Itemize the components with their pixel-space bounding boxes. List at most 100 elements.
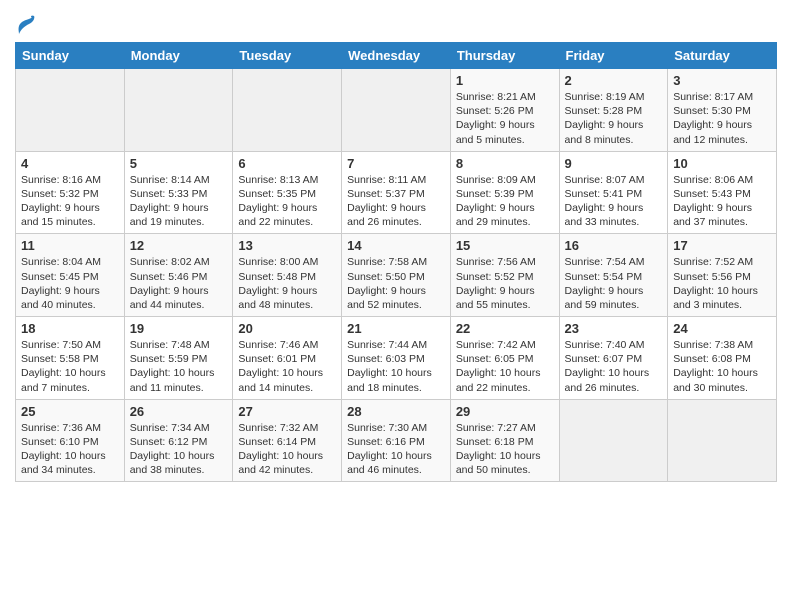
day-number: 25 — [21, 404, 119, 419]
day-info: Sunrise: 7:27 AM Sunset: 6:18 PM Dayligh… — [456, 421, 554, 478]
day-number: 18 — [21, 321, 119, 336]
day-number: 27 — [238, 404, 336, 419]
calendar-cell: 22 Sunrise: 7:42 AM Sunset: 6:05 PM Dayli… — [450, 317, 559, 400]
day-info: Sunrise: 7:58 AM Sunset: 5:50 PM Dayligh… — [347, 255, 445, 312]
day-number: 21 — [347, 321, 445, 336]
calendar-cell — [16, 69, 125, 152]
day-number: 29 — [456, 404, 554, 419]
day-info: Sunrise: 8:06 AM Sunset: 5:43 PM Dayligh… — [673, 173, 771, 230]
calendar-cell — [342, 69, 451, 152]
calendar-cell: 21 Sunrise: 7:44 AM Sunset: 6:03 PM Dayli… — [342, 317, 451, 400]
calendar-cell: 5 Sunrise: 8:14 AM Sunset: 5:33 PM Daylig… — [124, 151, 233, 234]
day-info: Sunrise: 7:50 AM Sunset: 5:58 PM Dayligh… — [21, 338, 119, 395]
day-number: 16 — [565, 238, 663, 253]
calendar-cell: 4 Sunrise: 8:16 AM Sunset: 5:32 PM Daylig… — [16, 151, 125, 234]
calendar-cell: 24Sunrise: 7:38 AM Sunset: 6:08 PM Dayli… — [668, 317, 777, 400]
day-info: Sunrise: 8:19 AM Sunset: 5:28 PM Dayligh… — [565, 90, 663, 147]
day-number: 5 — [130, 156, 228, 171]
week-row-3: 11Sunrise: 8:04 AM Sunset: 5:45 PM Dayli… — [16, 234, 777, 317]
day-number: 17 — [673, 238, 771, 253]
week-row-4: 18 Sunrise: 7:50 AM Sunset: 5:58 PM Dayli… — [16, 317, 777, 400]
day-info: Sunrise: 8:21 AM Sunset: 5:26 PM Dayligh… — [456, 90, 554, 147]
day-info: Sunrise: 7:32 AM Sunset: 6:14 PM Dayligh… — [238, 421, 336, 478]
calendar-cell: 14 Sunrise: 7:58 AM Sunset: 5:50 PM Dayli… — [342, 234, 451, 317]
weekday-header-thursday: Thursday — [450, 43, 559, 69]
calendar-table: SundayMondayTuesdayWednesdayThursdayFrid… — [15, 42, 777, 482]
day-number: 4 — [21, 156, 119, 171]
calendar-cell: 25 Sunrise: 7:36 AM Sunset: 6:10 PM Dayli… — [16, 399, 125, 482]
week-row-5: 25 Sunrise: 7:36 AM Sunset: 6:10 PM Dayli… — [16, 399, 777, 482]
day-info: Sunrise: 8:17 AM Sunset: 5:30 PM Dayligh… — [673, 90, 771, 147]
day-info: Sunrise: 8:02 AM Sunset: 5:46 PM Dayligh… — [130, 255, 228, 312]
calendar-cell: 28 Sunrise: 7:30 AM Sunset: 6:16 PM Dayli… — [342, 399, 451, 482]
weekday-header-monday: Monday — [124, 43, 233, 69]
day-info: Sunrise: 7:30 AM Sunset: 6:16 PM Dayligh… — [347, 421, 445, 478]
day-number: 14 — [347, 238, 445, 253]
calendar-cell: 23Sunrise: 7:40 AM Sunset: 6:07 PM Dayli… — [559, 317, 668, 400]
week-row-2: 4 Sunrise: 8:16 AM Sunset: 5:32 PM Daylig… — [16, 151, 777, 234]
day-number: 20 — [238, 321, 336, 336]
day-number: 10 — [673, 156, 771, 171]
day-number: 1 — [456, 73, 554, 88]
calendar-cell: 20 Sunrise: 7:46 AM Sunset: 6:01 PM Dayli… — [233, 317, 342, 400]
day-info: Sunrise: 8:11 AM Sunset: 5:37 PM Dayligh… — [347, 173, 445, 230]
day-number: 19 — [130, 321, 228, 336]
calendar-cell: 8 Sunrise: 8:09 AM Sunset: 5:39 PM Daylig… — [450, 151, 559, 234]
week-row-1: 1 Sunrise: 8:21 AM Sunset: 5:26 PM Daylig… — [16, 69, 777, 152]
calendar-cell — [668, 399, 777, 482]
day-info: Sunrise: 7:56 AM Sunset: 5:52 PM Dayligh… — [456, 255, 554, 312]
day-number: 13 — [238, 238, 336, 253]
calendar-cell: 6 Sunrise: 8:13 AM Sunset: 5:35 PM Daylig… — [233, 151, 342, 234]
day-info: Sunrise: 7:54 AM Sunset: 5:54 PM Dayligh… — [565, 255, 663, 312]
calendar-cell: 15Sunrise: 7:56 AM Sunset: 5:52 PM Dayli… — [450, 234, 559, 317]
header — [15, 10, 777, 36]
calendar-cell — [233, 69, 342, 152]
calendar-cell: 9 Sunrise: 8:07 AM Sunset: 5:41 PM Daylig… — [559, 151, 668, 234]
calendar-cell: 18 Sunrise: 7:50 AM Sunset: 5:58 PM Dayli… — [16, 317, 125, 400]
day-info: Sunrise: 8:00 AM Sunset: 5:48 PM Dayligh… — [238, 255, 336, 312]
day-number: 6 — [238, 156, 336, 171]
day-info: Sunrise: 8:16 AM Sunset: 5:32 PM Dayligh… — [21, 173, 119, 230]
weekday-header-friday: Friday — [559, 43, 668, 69]
day-number: 24 — [673, 321, 771, 336]
day-number: 22 — [456, 321, 554, 336]
calendar-cell: 19 Sunrise: 7:48 AM Sunset: 5:59 PM Dayli… — [124, 317, 233, 400]
calendar-cell: 10 Sunrise: 8:06 AM Sunset: 5:43 PM Dayli… — [668, 151, 777, 234]
day-info: Sunrise: 8:13 AM Sunset: 5:35 PM Dayligh… — [238, 173, 336, 230]
calendar-cell: 27 Sunrise: 7:32 AM Sunset: 6:14 PM Dayli… — [233, 399, 342, 482]
page: SundayMondayTuesdayWednesdayThursdayFrid… — [0, 0, 792, 497]
day-info: Sunrise: 7:48 AM Sunset: 5:59 PM Dayligh… — [130, 338, 228, 395]
day-info: Sunrise: 7:36 AM Sunset: 6:10 PM Dayligh… — [21, 421, 119, 478]
day-info: Sunrise: 8:09 AM Sunset: 5:39 PM Dayligh… — [456, 173, 554, 230]
weekday-header-saturday: Saturday — [668, 43, 777, 69]
weekday-header-sunday: Sunday — [16, 43, 125, 69]
day-number: 2 — [565, 73, 663, 88]
day-number: 28 — [347, 404, 445, 419]
weekday-header-tuesday: Tuesday — [233, 43, 342, 69]
weekday-header-row: SundayMondayTuesdayWednesdayThursdayFrid… — [16, 43, 777, 69]
calendar-cell: 16 Sunrise: 7:54 AM Sunset: 5:54 PM Dayli… — [559, 234, 668, 317]
calendar-cell: 11Sunrise: 8:04 AM Sunset: 5:45 PM Dayli… — [16, 234, 125, 317]
day-number: 7 — [347, 156, 445, 171]
calendar-cell: 12Sunrise: 8:02 AM Sunset: 5:46 PM Dayli… — [124, 234, 233, 317]
calendar-cell — [124, 69, 233, 152]
day-info: Sunrise: 8:14 AM Sunset: 5:33 PM Dayligh… — [130, 173, 228, 230]
day-number: 8 — [456, 156, 554, 171]
calendar-cell — [559, 399, 668, 482]
day-info: Sunrise: 7:52 AM Sunset: 5:56 PM Dayligh… — [673, 255, 771, 312]
calendar-cell: 13 Sunrise: 8:00 AM Sunset: 5:48 PM Dayli… — [233, 234, 342, 317]
day-info: Sunrise: 8:07 AM Sunset: 5:41 PM Dayligh… — [565, 173, 663, 230]
day-info: Sunrise: 7:46 AM Sunset: 6:01 PM Dayligh… — [238, 338, 336, 395]
day-number: 9 — [565, 156, 663, 171]
calendar-cell: 26Sunrise: 7:34 AM Sunset: 6:12 PM Dayli… — [124, 399, 233, 482]
logo — [15, 14, 35, 36]
day-info: Sunrise: 7:44 AM Sunset: 6:03 PM Dayligh… — [347, 338, 445, 395]
day-info: Sunrise: 7:42 AM Sunset: 6:05 PM Dayligh… — [456, 338, 554, 395]
calendar-cell: 29 Sunrise: 7:27 AM Sunset: 6:18 PM Dayli… — [450, 399, 559, 482]
calendar-cell: 1 Sunrise: 8:21 AM Sunset: 5:26 PM Daylig… — [450, 69, 559, 152]
day-number: 26 — [130, 404, 228, 419]
calendar-cell: 3Sunrise: 8:17 AM Sunset: 5:30 PM Daylig… — [668, 69, 777, 152]
logo-bird-icon — [17, 14, 35, 36]
calendar-cell: 17 Sunrise: 7:52 AM Sunset: 5:56 PM Dayli… — [668, 234, 777, 317]
weekday-header-wednesday: Wednesday — [342, 43, 451, 69]
